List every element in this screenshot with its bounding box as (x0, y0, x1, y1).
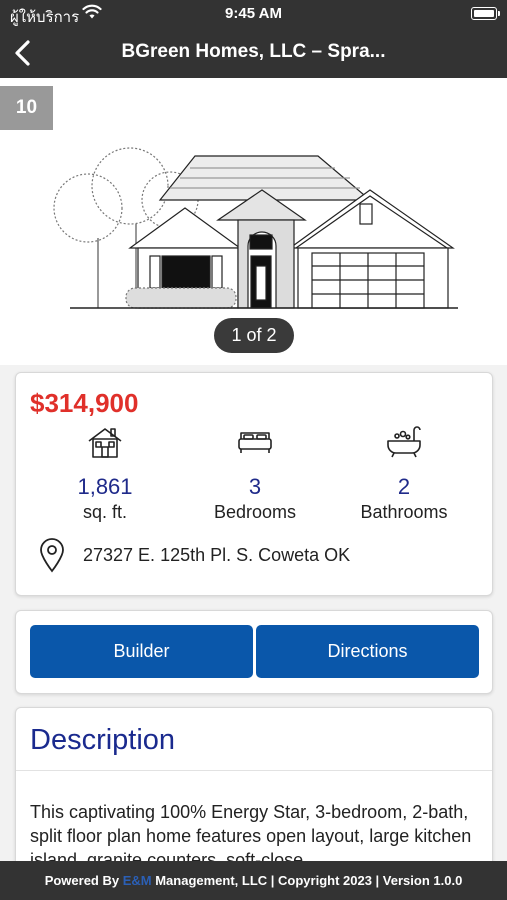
sqft-label: sq. ft. (82, 502, 127, 522)
bedrooms-label: Bedrooms (213, 502, 297, 522)
bathrooms-value: 2 (397, 474, 411, 499)
bathrooms-stat: 2 Bathrooms (334, 425, 474, 523)
footer-suffix: Management, LLC | Copyright 2023 | Versi… (151, 873, 463, 888)
app-footer: Powered By E&M Management, LLC | Copyrig… (0, 861, 507, 900)
description-heading: Description (30, 724, 176, 756)
listing-address[interactable]: 27327 E. 125th Pl. S. Coweta OK (83, 545, 350, 566)
actions-card: Builder Directions (15, 610, 493, 694)
nav-bar: BGreen Homes, LLC – Spra... (0, 28, 507, 78)
status-bar: ผู้ให้บริการ 9:45 AM (0, 0, 507, 28)
bed-icon (238, 432, 272, 453)
footer-prefix: Powered By (44, 873, 123, 888)
image-pager: 1 of 2 (214, 318, 294, 353)
bathrooms-label: Bathrooms (360, 502, 448, 522)
house-icon (88, 428, 122, 458)
listing-number-badge: 10 (0, 86, 53, 130)
builder-button[interactable]: Builder (30, 625, 253, 678)
listing-info-card: $314,900 1,861 sq. ft. 3 Bedrooms 2 Bath… (15, 372, 493, 596)
directions-button[interactable]: Directions (256, 625, 479, 678)
sqft-value: 1,861 (77, 474, 133, 499)
listing-image-carousel[interactable]: 10 1 of 2 (0, 78, 507, 365)
back-chevron-icon[interactable] (8, 37, 38, 69)
footer-brand: E&M (122, 873, 152, 888)
divider (16, 770, 492, 771)
listing-price: $314,900 (30, 388, 139, 418)
bedrooms-value: 3 (248, 474, 262, 499)
sqft-stat: 1,861 sq. ft. (35, 425, 175, 523)
page-title: BGreen Homes, LLC – Spra... (121, 41, 386, 62)
battery-icon (471, 7, 500, 20)
status-time: 9:45 AM (225, 5, 282, 22)
location-pin-icon (40, 538, 64, 573)
bedrooms-stat: 3 Bedrooms (185, 425, 325, 523)
bathtub-icon (387, 426, 421, 458)
